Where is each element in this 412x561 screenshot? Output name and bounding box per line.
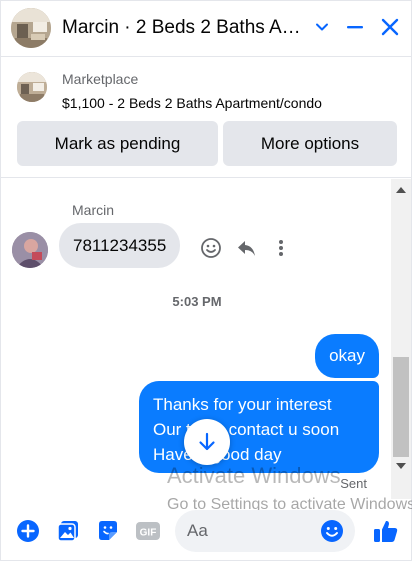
sent-message[interactable]: Thanks for your interest Our team contac…	[139, 381, 379, 473]
message-composer: GIF	[1, 506, 412, 561]
scroll-down-icon[interactable]	[396, 463, 406, 469]
chat-window: Marcin · 2 Beds 2 Baths Ap... Marketplac…	[0, 0, 412, 561]
sent-message[interactable]: okay	[315, 334, 379, 378]
listing-photo-icon[interactable]	[11, 8, 51, 48]
listing-source[interactable]: Marketplace	[62, 71, 138, 87]
emoji-icon[interactable]	[319, 518, 345, 544]
watermark-title: Activate Windows	[167, 463, 341, 488]
listing-thumbnail[interactable]	[17, 72, 47, 102]
chat-title[interactable]: Marcin · 2 Beds 2 Baths Ap...	[62, 17, 306, 39]
listing-card: Marketplace $1,100 - 2 Beds 2 Baths Apar…	[1, 58, 412, 178]
scrollbar[interactable]	[391, 179, 411, 499]
scroll-to-bottom-button[interactable]	[184, 419, 230, 465]
sticker-icon[interactable]	[95, 518, 121, 544]
gif-label: GIF	[140, 528, 157, 539]
gif-icon[interactable]: GIF	[135, 518, 161, 544]
thumbs-up-icon[interactable]	[371, 516, 401, 546]
mark-as-pending-button[interactable]: Mark as pending	[17, 121, 218, 166]
react-icon[interactable]	[199, 236, 223, 260]
sender-name: Marcin	[72, 202, 115, 218]
scroll-up-icon[interactable]	[396, 187, 406, 193]
close-icon[interactable]	[376, 13, 404, 41]
sent-message-line: Thanks for your interest	[153, 395, 332, 414]
listing-title[interactable]: $1,100 - 2 Beds 2 Baths Apartment/condo	[62, 95, 322, 111]
message-timestamp: 5:03 PM	[172, 294, 222, 309]
avatar[interactable]	[12, 232, 48, 268]
chevron-down-icon[interactable]	[308, 13, 336, 41]
photo-icon[interactable]	[55, 518, 81, 544]
delivery-status: Sent	[340, 476, 367, 491]
more-options-button[interactable]: More options	[223, 121, 397, 166]
add-icon[interactable]	[15, 518, 41, 544]
minimize-icon[interactable]	[341, 13, 369, 41]
reply-icon[interactable]	[234, 236, 258, 260]
scrollbar-thumb[interactable]	[393, 357, 409, 457]
chat-header: Marcin · 2 Beds 2 Baths Ap...	[1, 1, 412, 57]
arrow-down-icon	[199, 432, 215, 451]
received-message[interactable]: 7811234355	[59, 223, 181, 268]
more-vertical-icon[interactable]	[269, 236, 293, 260]
message-thread: Marcin 7811234355 5:03 PM okay Thanks fo…	[1, 179, 412, 499]
